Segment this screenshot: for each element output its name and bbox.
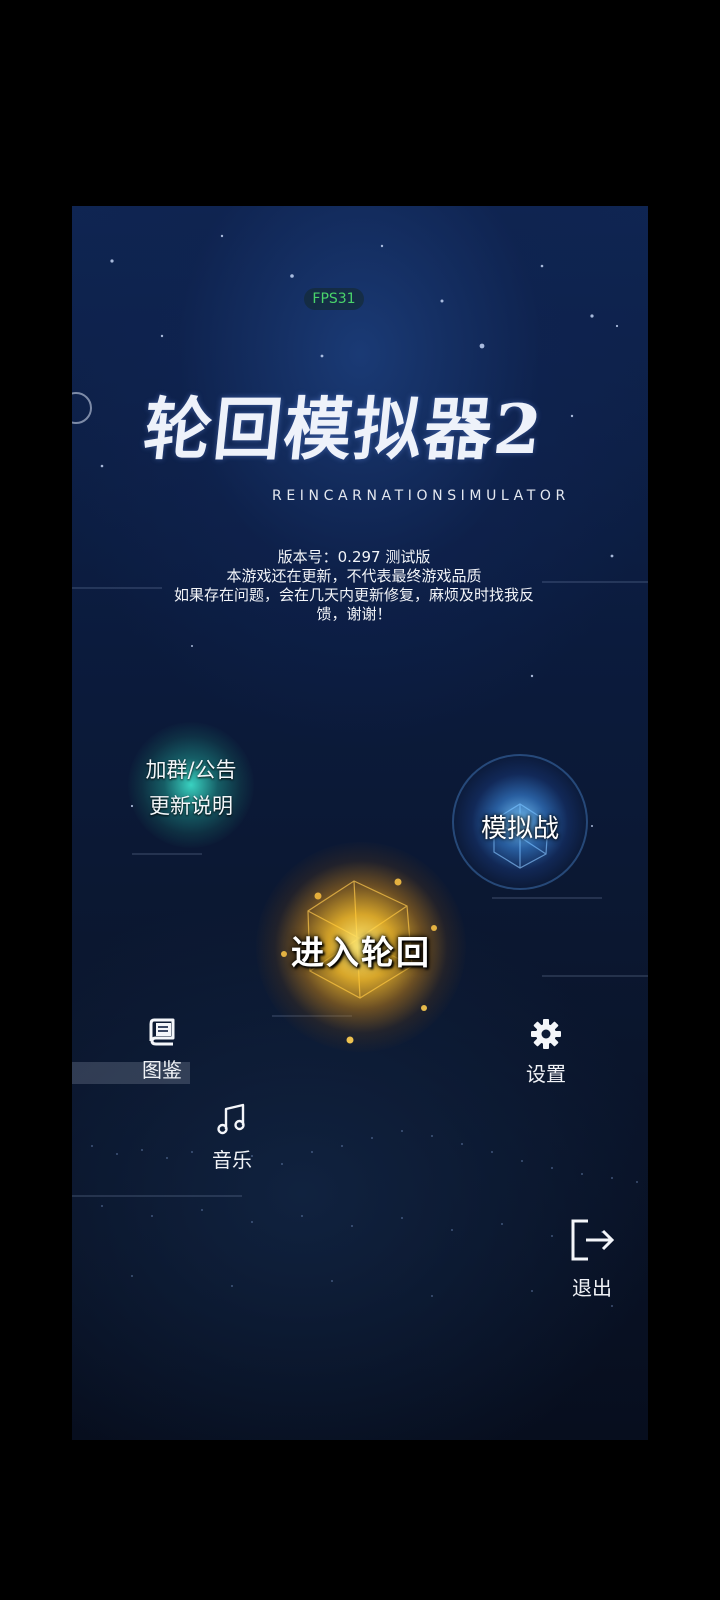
music-button[interactable]: 音乐 [200, 1102, 264, 1173]
notice-line-2: 如果存在问题，会在几天内更新修复，麻烦及时找我反 [173, 586, 534, 604]
enter-reincarnation-label: 进入轮回 [291, 933, 431, 972]
simulated-battle-button[interactable]: 模拟战 [452, 754, 588, 890]
music-note-icon [217, 1103, 245, 1135]
game-screen: FPS31 轮回模拟器2 REINCARNATIONSIMULATOR 版本号：… [72, 206, 648, 1440]
announcement-label-1: 加群/公告 [145, 758, 237, 782]
book-icon [149, 1018, 175, 1046]
codex-label: 图鉴 [142, 1058, 182, 1082]
notice-line-3: 馈，谢谢！ [316, 605, 392, 623]
game-logo-subtitle: REINCARNATIONSIMULATOR [272, 488, 570, 504]
logout-icon [571, 1219, 615, 1261]
enter-reincarnation-button[interactable]: 进入轮回 [256, 842, 466, 1052]
settings-label: 设置 [526, 1062, 566, 1086]
simulated-battle-label: 模拟战 [480, 814, 559, 844]
announcement-button[interactable]: 加群/公告 更新说明 [128, 722, 254, 848]
version-text: 版本号：0.297 测试版 [277, 548, 431, 566]
game-logo-title: 轮回模拟器2 [139, 390, 548, 470]
exit-label: 退出 [572, 1276, 612, 1300]
version-notice: 版本号：0.297 测试版 本游戏还在更新，不代表最终游戏品质 如果存在问题，会… [134, 548, 574, 624]
settings-button[interactable]: 设置 [510, 1018, 582, 1087]
fps-counter: FPS31 [304, 288, 364, 310]
codex-button[interactable]: 图鉴 [126, 1018, 198, 1083]
gear-icon [531, 1019, 561, 1049]
music-label: 音乐 [212, 1148, 252, 1172]
notice-line-1: 本游戏还在更新，不代表最终游戏品质 [226, 567, 482, 585]
announcement-label-2: 更新说明 [149, 794, 233, 818]
exit-button[interactable]: 退出 [558, 1216, 626, 1301]
